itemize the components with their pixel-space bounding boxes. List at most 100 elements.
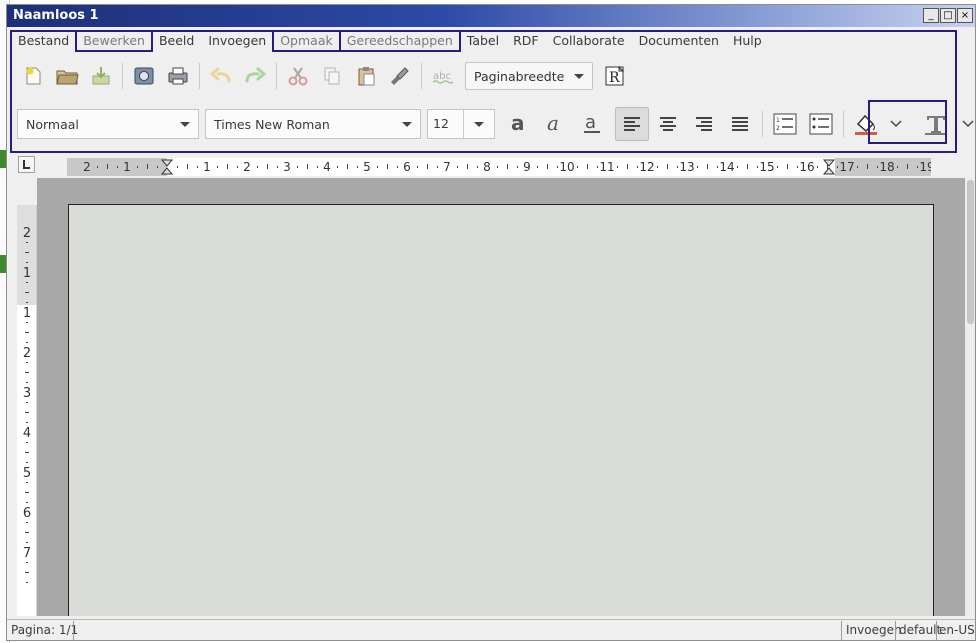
title-bar[interactable]: Naamloos 1 _ □ × (7, 5, 975, 27)
window-controls: _ □ × (923, 8, 973, 23)
paragraph-style-combo[interactable]: Normaal (17, 109, 199, 139)
copy-button[interactable] (316, 61, 348, 91)
text-style-button[interactable] (919, 107, 953, 141)
horizontal-ruler[interactable]: 2 1 1 2 3 4 5 6 7 8 9 10 11 12 13 14 15 16 17 18 19 (67, 158, 931, 176)
zoom-dropdown[interactable]: Paginabreedte (465, 62, 594, 90)
align-center-button[interactable] (651, 107, 685, 141)
ruler-tick (25, 412, 29, 413)
export-pdf-button[interactable] (128, 61, 160, 91)
document-area[interactable] (37, 178, 965, 616)
menu-item-opmaak[interactable]: Opmaak (272, 30, 341, 52)
ruler-tick (917, 166, 918, 168)
ruler-tick (677, 166, 678, 168)
chevron-down-icon (574, 73, 585, 79)
ruler-label: 17 (839, 160, 854, 174)
status-divider (73, 621, 74, 640)
toolbar-separator (421, 63, 422, 89)
toolbar-separator (762, 111, 763, 137)
writer-window: Naamloos 1 _ □ × Bestand Bewerken Beeld Inv… (6, 4, 976, 641)
ruler-indent-left[interactable] (160, 159, 174, 175)
ruler-tick (26, 542, 28, 543)
menu-item-hulp[interactable]: Hulp (726, 31, 769, 51)
toolbar-separator (843, 111, 844, 137)
ruler-tick (787, 164, 788, 169)
background-color-dropdown[interactable] (885, 107, 907, 141)
font-size-value[interactable]: 12 (428, 110, 464, 138)
ruler-tick (297, 166, 298, 168)
new-document-icon (26, 67, 41, 85)
numbered-list-button[interactable]: 12 (768, 107, 802, 141)
font-name-combo[interactable]: Times New Roman (205, 109, 421, 139)
vertical-scrollbar[interactable] (965, 178, 975, 616)
ruler-label: 8 (483, 160, 491, 174)
font-name-value: Times New Roman (214, 116, 330, 132)
paste-button[interactable] (350, 61, 382, 91)
align-left-button[interactable] (615, 107, 649, 141)
italic-button[interactable]: a (539, 107, 573, 141)
open-button[interactable] (51, 61, 83, 91)
insert-field-button[interactable]: R (599, 61, 631, 91)
menu-item-documenten[interactable]: Documenten (632, 31, 726, 51)
ruler-tick (357, 166, 358, 168)
ruler-label: 2 (23, 346, 31, 361)
align-center-icon (660, 117, 676, 131)
paragraph-style-value: Normaal (26, 116, 79, 132)
chevron-down-icon[interactable] (180, 121, 190, 127)
menu-item-bestand[interactable]: Bestand (11, 31, 76, 51)
menu-item-collaborate[interactable]: Collaborate (546, 31, 632, 51)
menu-item-bewerken[interactable]: Bewerken (75, 30, 153, 52)
spelling-button[interactable]: abc (427, 61, 459, 91)
minimize-button[interactable]: _ (923, 8, 939, 23)
ruler-label: 13 (679, 160, 694, 174)
menu-item-rdf[interactable]: RDF (506, 31, 546, 51)
ruler-label: 5 (363, 160, 371, 174)
ruler-tick (227, 164, 228, 169)
ruler-tick (26, 302, 28, 303)
ruler-tick (25, 332, 29, 333)
bold-button[interactable]: a (503, 107, 537, 141)
standard-toolbar: abc Paginabreedte R (17, 59, 631, 93)
maximize-button[interactable]: □ (940, 8, 956, 23)
align-right-icon (696, 117, 712, 131)
font-size-dropdown[interactable] (464, 121, 494, 127)
scrollbar-thumb[interactable] (967, 180, 974, 324)
ruler-label: 6 (23, 506, 31, 521)
justify-button[interactable] (723, 107, 757, 141)
ruler-label: 4 (23, 426, 31, 441)
background-color-button[interactable] (849, 107, 883, 141)
font-size-combo[interactable]: 12 (427, 109, 495, 139)
vertical-ruler[interactable]: 2 1 1 2 3 4 5 6 7 (17, 205, 37, 616)
tab-stop-selector[interactable] (18, 156, 35, 173)
menu-item-tabel[interactable]: Tabel (460, 31, 506, 51)
ruler-tick (397, 166, 398, 168)
ruler-tick (337, 166, 338, 168)
ruler-tick (497, 166, 498, 168)
ruler-indent-right[interactable] (822, 159, 836, 175)
text-style-dropdown[interactable] (955, 107, 978, 141)
align-right-button[interactable] (687, 107, 721, 141)
print-button[interactable] (162, 61, 194, 91)
menu-item-invoegen[interactable]: Invoegen (201, 31, 273, 51)
bullet-list-button[interactable] (804, 107, 838, 141)
ruler-label: 1 (123, 160, 131, 174)
ruler-tick (25, 452, 29, 453)
ruler-label: 6 (403, 160, 411, 174)
ruler-tick (557, 166, 558, 168)
ruler-tick (217, 166, 218, 168)
new-document-button[interactable] (17, 61, 49, 91)
page-count[interactable]: Pagina: 1/1 (8, 622, 81, 639)
redo-button[interactable] (239, 61, 271, 91)
save-button[interactable] (85, 61, 117, 91)
undo-button[interactable] (205, 61, 237, 91)
menu-item-beeld[interactable]: Beeld (152, 31, 201, 51)
close-button[interactable]: × (957, 8, 973, 23)
clone-formatting-button[interactable] (384, 61, 416, 91)
chevron-down-icon (962, 120, 974, 128)
text-language[interactable]: en-US (936, 622, 978, 639)
document-page[interactable] (68, 204, 934, 616)
menu-item-gereedschappen[interactable]: Gereedschappen (338, 30, 461, 52)
ruler-tick (25, 372, 29, 373)
underline-button[interactable]: a (575, 107, 609, 141)
chevron-down-icon[interactable] (402, 121, 412, 127)
cut-button[interactable] (282, 61, 314, 91)
